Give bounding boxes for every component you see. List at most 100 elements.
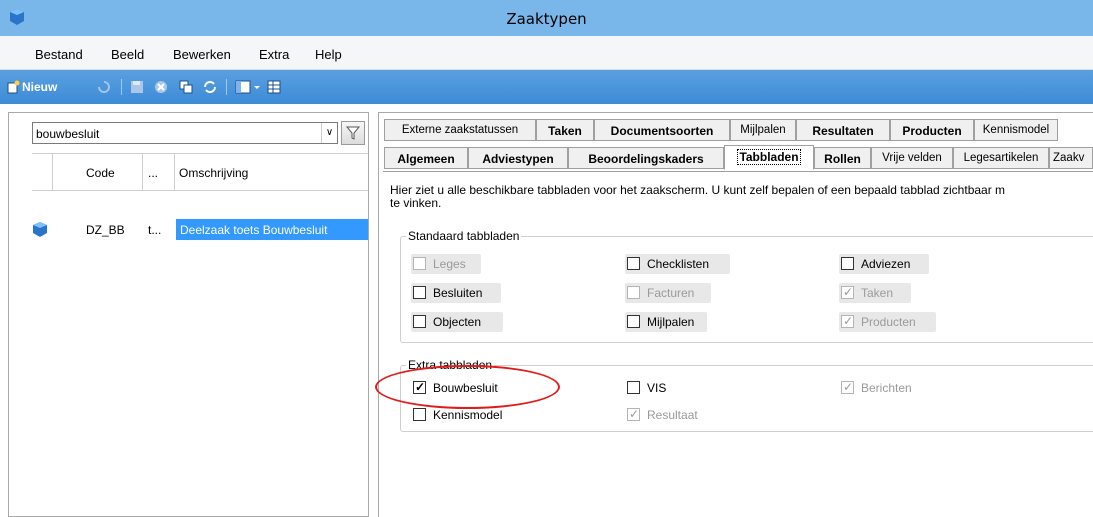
refresh-icon[interactable] <box>202 79 218 95</box>
menu-beeld[interactable]: Beeld <box>111 47 144 62</box>
tab-label: Mijlpalen <box>740 124 786 136</box>
chevron-down-icon[interactable] <box>253 79 261 95</box>
window-title: Zaaktypen <box>506 10 587 28</box>
new-icon <box>7 80 20 94</box>
tab-zaakv[interactable]: Zaakv <box>1049 147 1093 169</box>
checkbox-taken[interactable]: ✓ Taken <box>839 283 911 303</box>
layout-icon[interactable] <box>235 79 251 95</box>
tab-row-1: Externe zaakstatussen Taken Documentsoor… <box>384 119 1093 141</box>
copy-icon[interactable] <box>178 79 194 95</box>
column-dots[interactable]: ... <box>148 166 158 180</box>
checkbox-resultaat[interactable]: ✓ Resultaat <box>625 405 715 425</box>
tab-label: Producten <box>902 124 962 138</box>
tab-algemeen[interactable]: Algemeen <box>384 147 468 169</box>
checkbox-berichten[interactable]: ✓ Berichten <box>839 378 929 398</box>
checkbox-label: Taken <box>861 286 894 300</box>
toolbar-separator <box>121 79 122 95</box>
description-line: te vinken. <box>390 196 442 210</box>
tab-tabbladen[interactable]: Tabbladen <box>724 145 814 170</box>
tab-rollen[interactable]: Rollen <box>814 147 871 169</box>
tab-label: Externe zaakstatussen <box>401 124 519 136</box>
checkmark-icon: ✓ <box>629 407 640 421</box>
checkbox-label: Berichten <box>861 381 912 395</box>
title-bar: Zaaktypen <box>0 0 1093 36</box>
tab-label: Kennismodel <box>982 124 1050 136</box>
filter-button[interactable] <box>341 121 365 145</box>
checkmark-icon: ✓ <box>843 314 854 328</box>
annotation-circle <box>375 365 560 409</box>
toolbar: Nieuw <box>0 70 1093 104</box>
tab-legesartikelen[interactable]: Legesartikelen <box>953 147 1049 169</box>
checkbox-box: ✓ <box>627 407 640 421</box>
checkbox-box: ✓ <box>841 380 854 394</box>
standaard-tabbladen-title: Standaard tabbladen <box>406 229 522 243</box>
column-divider <box>174 154 175 191</box>
checkbox-mijlpalen[interactable]: Mijlpalen <box>625 312 707 332</box>
checkbox-box <box>413 286 426 299</box>
tab-label: Legesartikelen <box>963 152 1039 164</box>
search-combobox[interactable]: bouwbesluit ∨ <box>32 122 338 144</box>
row-code: DZ_BB <box>86 223 125 237</box>
menu-help[interactable]: Help <box>315 47 342 62</box>
menu-bewerken[interactable]: Bewerken <box>173 47 231 62</box>
tab-externe-zaakstatussen[interactable]: Externe zaakstatussen <box>384 119 536 141</box>
chevron-down-icon[interactable]: ∨ <box>321 123 337 143</box>
checkbox-box <box>413 315 426 328</box>
tab-beoordelingskaders[interactable]: Beoordelingskaders <box>568 147 724 169</box>
checkbox-label: Producten <box>861 315 916 329</box>
checkbox-box <box>413 408 426 421</box>
tab-label: Adviestypen <box>482 152 554 166</box>
checkbox-leges[interactable]: Leges <box>411 254 481 274</box>
filter-icon <box>345 126 361 140</box>
row-dots: t... <box>148 223 162 237</box>
tab-mijlpalen[interactable]: Mijlpalen <box>730 119 796 141</box>
column-divider <box>52 154 53 191</box>
grid-icon[interactable] <box>266 79 282 95</box>
undo-icon[interactable] <box>96 79 112 95</box>
column-omschrijving[interactable]: Omschrijving <box>179 166 248 180</box>
tab-label: Taken <box>548 124 582 138</box>
tab-taken[interactable]: Taken <box>536 119 594 141</box>
checkbox-facturen[interactable]: Facturen <box>625 283 711 303</box>
new-label: Nieuw <box>22 80 58 94</box>
delete-icon[interactable] <box>153 79 169 95</box>
search-value: bouwbesluit <box>36 127 100 141</box>
checkmark-icon: ✓ <box>843 380 854 394</box>
zaaktype-icon <box>33 222 47 237</box>
standaard-tabbladen-group <box>400 236 1093 343</box>
tab-adviestypen[interactable]: Adviestypen <box>468 147 568 169</box>
tab-vrije-velden[interactable]: Vrije velden <box>871 147 953 169</box>
checkmark-icon: ✓ <box>843 285 854 299</box>
checkbox-label: Adviezen <box>861 257 911 271</box>
tab-row-2: Algemeen Adviestypen Beoordelingskaders … <box>384 145 1093 170</box>
tab-documentsoorten[interactable]: Documentsoorten <box>594 119 730 141</box>
checkbox-label: VIS <box>647 381 667 395</box>
checkbox-label: Objecten <box>433 315 482 329</box>
table-row[interactable]: DZ_BB t... Deelzaak toets Bouwbesluit <box>32 219 368 240</box>
new-button[interactable]: Nieuw <box>6 79 86 95</box>
checkbox-checklisten[interactable]: Checklisten <box>625 254 730 274</box>
checkbox-producten[interactable]: ✓ Producten <box>839 312 936 332</box>
save-icon[interactable] <box>129 79 145 95</box>
checkbox-label: Besluiten <box>433 286 483 300</box>
checkbox-box: ✓ <box>841 285 854 299</box>
tab-kennismodel[interactable]: Kennismodel <box>974 119 1058 141</box>
tab-resultaten[interactable]: Resultaten <box>796 119 890 141</box>
checkbox-adviezen[interactable]: Adviezen <box>839 254 929 274</box>
checkbox-vis[interactable]: VIS <box>625 378 685 398</box>
tab-label: Rollen <box>824 152 861 166</box>
checkbox-besluiten[interactable]: Besluiten <box>411 283 501 303</box>
tab-producten[interactable]: Producten <box>890 119 974 141</box>
checkbox-label: Mijlpalen <box>647 315 695 329</box>
menu-extra[interactable]: Extra <box>259 47 289 62</box>
menu-bestand[interactable]: Bestand <box>35 47 83 62</box>
checkbox-box <box>841 257 854 270</box>
tab-label: Algemeen <box>397 152 455 166</box>
checkbox-box <box>627 286 640 299</box>
menu-bar: Bestand Beeld Bewerken Extra Help <box>0 36 1093 70</box>
checkbox-box: ✓ <box>841 314 854 328</box>
checkbox-objecten[interactable]: Objecten <box>411 312 503 332</box>
column-code[interactable]: Code <box>86 166 115 180</box>
tab-label: Tabbladen <box>737 149 801 165</box>
description-text: Hier ziet u alle beschikbare tabbladen v… <box>390 184 1093 210</box>
